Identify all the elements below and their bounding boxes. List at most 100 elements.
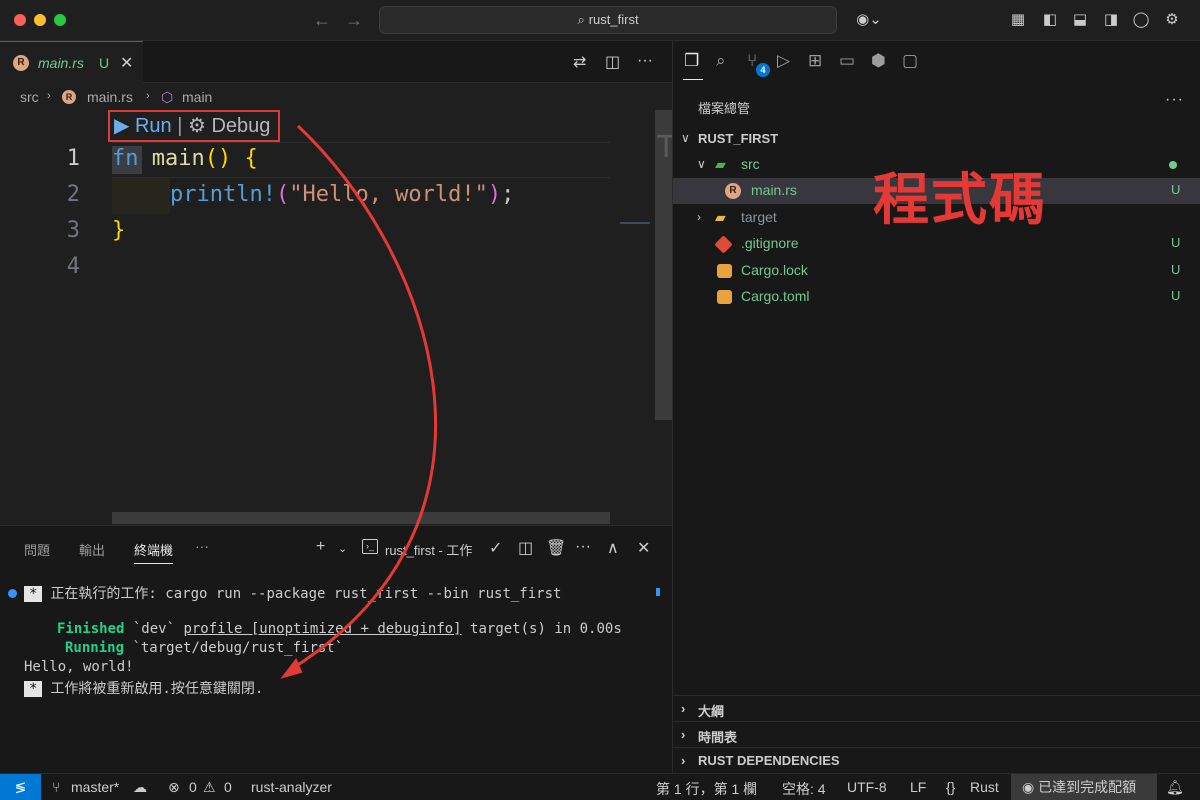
tab-main-rs[interactable]: R main.rs U ✕ bbox=[0, 41, 143, 83]
panel-more-icon[interactable]: ··· bbox=[195, 538, 209, 554]
account-icon[interactable]: ◯ bbox=[1131, 10, 1151, 30]
close-window-button[interactable] bbox=[14, 14, 26, 26]
explorer-sidebar: ❐ ⌕ ⑂ 4 ▷ ⊞ ▭ ⬢ ▢ 檔案總管 ··· ∨ RUST_FIRST … bbox=[672, 41, 1200, 773]
chevron-right-icon: › bbox=[47, 90, 51, 102]
maximize-window-button[interactable] bbox=[54, 14, 66, 26]
notifications-bell-icon[interactable]: 🔔︎ bbox=[1166, 779, 1184, 796]
tree-item-label: src bbox=[741, 156, 760, 172]
remote-indicator-icon[interactable]: ≶ bbox=[0, 774, 41, 800]
breadcrumb-main-fn[interactable]: main bbox=[182, 89, 212, 105]
end-of-line[interactable]: LF bbox=[910, 779, 926, 795]
section-outline[interactable]: › 大綱 bbox=[673, 695, 1200, 721]
terminal-more-icon[interactable]: ··· bbox=[575, 538, 591, 556]
debug-codelens[interactable]: ⚙ Debug bbox=[188, 115, 270, 137]
close-panel-icon[interactable]: ✕ bbox=[637, 538, 650, 558]
containers-icon[interactable]: ⬢ bbox=[871, 51, 886, 71]
tree-item-label: .gitignore bbox=[741, 235, 799, 251]
git-file-icon bbox=[714, 235, 733, 254]
close-tab-icon[interactable]: ✕ bbox=[120, 53, 133, 73]
codelens-run-debug: ▶ Run | ⚙ Debug bbox=[108, 110, 280, 142]
customize-layout-icon[interactable]: ▦ bbox=[1008, 10, 1028, 30]
command-center-label: rust_first bbox=[588, 12, 639, 27]
forward-arrow-icon[interactable]: → bbox=[345, 9, 363, 31]
code-line-1: fn main() { bbox=[112, 146, 258, 171]
back-arrow-icon[interactable]: ← bbox=[313, 9, 331, 31]
section-label: 大綱 bbox=[698, 704, 725, 719]
cursor-position[interactable]: 第 1 行，第 1 欄 bbox=[656, 779, 757, 799]
section-label: RUST DEPENDENCIES bbox=[698, 753, 840, 768]
line-number: 4 bbox=[66, 254, 80, 279]
annotation-label: 程式碼 bbox=[873, 167, 1047, 233]
open-changes-icon[interactable]: ⇄ bbox=[573, 52, 586, 72]
codelens-separator: | bbox=[177, 115, 183, 137]
git-status-untracked: U bbox=[1171, 182, 1181, 197]
editor-more-actions-icon[interactable]: ··· bbox=[637, 52, 653, 70]
indentation[interactable]: 空格: 4 bbox=[782, 779, 826, 799]
folder-src-icon: ▰ bbox=[715, 156, 726, 172]
code-editor[interactable]: ▶ Run | ⚙ Debug 1 2 3 4 fn main() { prin… bbox=[0, 110, 650, 525]
explorer-more-icon[interactable]: ··· bbox=[1165, 91, 1184, 109]
warning-icon: ⚠ bbox=[203, 779, 216, 795]
search-icon: ⌕ bbox=[577, 12, 585, 27]
rust-file-icon: R bbox=[13, 55, 29, 71]
section-timeline[interactable]: › 時間表 bbox=[673, 721, 1200, 747]
terminal-line-restart: * 工作將被重新啟用.按任意鍵關閉. bbox=[24, 678, 263, 698]
split-editor-icon[interactable]: ◫ bbox=[605, 52, 620, 72]
language-server-status[interactable]: rust-analyzer bbox=[251, 779, 332, 795]
chevron-right-icon: › bbox=[681, 727, 686, 742]
tab-filename: main.rs bbox=[38, 55, 84, 71]
extensions-icon[interactable]: ⊞ bbox=[808, 51, 822, 71]
command-center-search[interactable]: ⌕ rust_first bbox=[379, 6, 837, 34]
tab-output[interactable]: 輸出 bbox=[79, 540, 105, 559]
chat-icon[interactable]: ▢ bbox=[902, 51, 918, 71]
remote-explorer-icon[interactable]: ▭ bbox=[839, 51, 855, 71]
run-codelens[interactable]: ▶ Run bbox=[114, 115, 172, 137]
tree-root-folder[interactable]: ∨ RUST_FIRST bbox=[673, 126, 1200, 152]
sync-cloud-icon[interactable]: ☁ bbox=[133, 779, 147, 796]
git-branch[interactable]: master* bbox=[71, 779, 119, 795]
chevron-down-icon[interactable]: ⌄ bbox=[338, 542, 347, 555]
explorer-files-icon[interactable]: ❐ bbox=[684, 51, 699, 71]
run-debug-icon[interactable]: ▷ bbox=[777, 51, 790, 71]
terminal-scrollbar[interactable] bbox=[656, 588, 660, 596]
rust-file-icon: R bbox=[62, 90, 76, 104]
chevron-right-icon: › bbox=[697, 210, 701, 224]
encoding[interactable]: UTF-8 bbox=[847, 779, 887, 795]
toggle-secondary-sidebar-icon[interactable]: ◨ bbox=[1101, 10, 1121, 30]
line-number: 3 bbox=[66, 218, 80, 243]
maximize-panel-icon[interactable]: ∧ bbox=[607, 538, 619, 558]
section-label: 時間表 bbox=[698, 730, 738, 745]
title-bar: ← → ⌕ rust_first ◉⌄ ▦ ◧ ⬓ ◨ ◯ ⚙ bbox=[0, 0, 1200, 41]
tree-item-cargo-lock[interactable]: Cargo.lock U bbox=[673, 258, 1200, 284]
check-icon[interactable]: ✓ bbox=[489, 538, 502, 558]
tab-problems[interactable]: 問題 bbox=[24, 540, 50, 559]
error-icon: ⊗ bbox=[168, 779, 180, 795]
new-terminal-icon[interactable]: + bbox=[316, 538, 325, 556]
bottom-panel: 問題 輸出 終端機 ··· + ⌄ ›_ rust_first - 工作 ✓ ◫… bbox=[0, 525, 672, 773]
language-mode[interactable]: Rust bbox=[970, 779, 999, 795]
chevron-down-icon: ∨ bbox=[697, 157, 706, 171]
copilot-quota-status[interactable]: ◉ 已達到完成配額 bbox=[1011, 774, 1157, 800]
search-icon[interactable]: ⌕ bbox=[716, 51, 726, 71]
breadcrumb-main-rs[interactable]: main.rs bbox=[87, 89, 133, 105]
terminal-line-task: * 正在執行的工作: cargo run --package rust_first… bbox=[24, 583, 561, 603]
editor-tab-bar: R main.rs U ✕ ⇄ ◫ ··· bbox=[0, 41, 672, 83]
toggle-panel-icon[interactable]: ⬓ bbox=[1070, 10, 1090, 30]
copilot-icon[interactable]: ◉⌄ bbox=[852, 10, 886, 30]
editor-horizontal-scrollbar[interactable] bbox=[112, 512, 610, 524]
tab-terminal[interactable]: 終端機 bbox=[134, 540, 174, 564]
tree-item-cargo-toml[interactable]: Cargo.toml U bbox=[673, 284, 1200, 310]
settings-gear-icon[interactable]: ⚙ bbox=[1162, 10, 1182, 30]
trash-icon[interactable]: 🗑 bbox=[546, 538, 566, 558]
error-count[interactable]: 0 bbox=[189, 779, 197, 795]
warning-count[interactable]: 0 bbox=[224, 779, 232, 795]
code-line-3: } bbox=[112, 218, 126, 243]
split-terminal-icon[interactable]: ◫ bbox=[518, 538, 533, 558]
code-line-2: println!("Hello, world!"); bbox=[170, 182, 515, 207]
section-rust-dependencies[interactable]: › RUST DEPENDENCIES bbox=[673, 747, 1200, 773]
terminal-icon: ›_ bbox=[362, 539, 378, 554]
breadcrumb-src[interactable]: src bbox=[20, 89, 39, 105]
terminal-name[interactable]: rust_first - 工作 bbox=[385, 540, 472, 559]
toggle-primary-sidebar-icon[interactable]: ◧ bbox=[1040, 10, 1060, 30]
minimize-window-button[interactable] bbox=[34, 14, 46, 26]
